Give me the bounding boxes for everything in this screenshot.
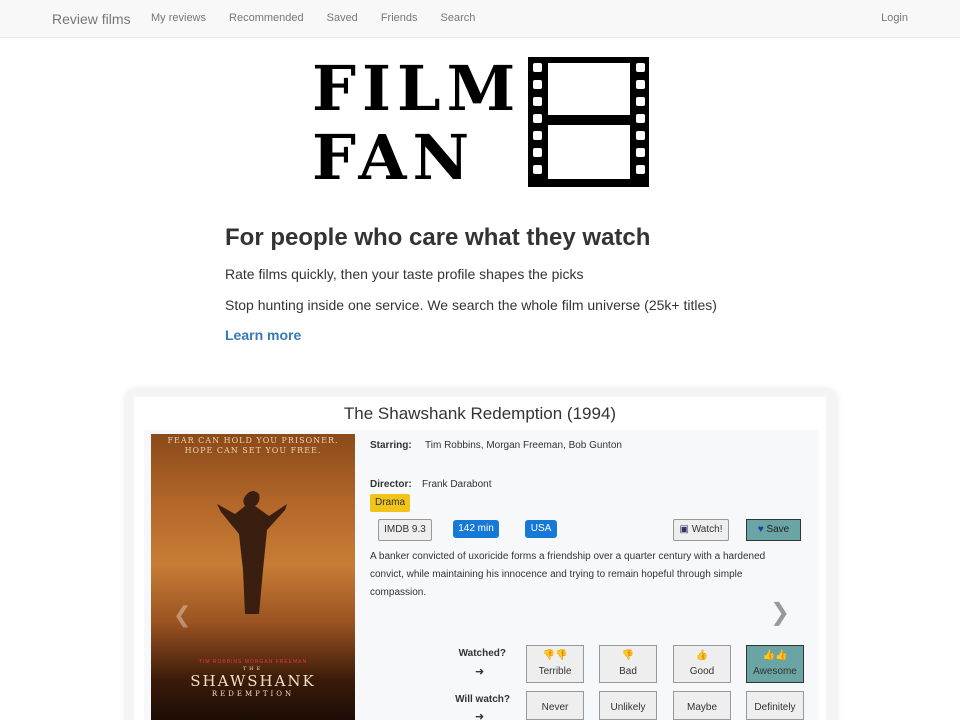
will-never-button[interactable]: Never: [526, 691, 584, 720]
watched-arrow-icon: ➜: [475, 666, 485, 678]
imdb-rating-badge: IMDB 9.3: [378, 519, 432, 541]
nav-links: My reviews Recommended Saved Friends Sea…: [151, 12, 498, 24]
poster-prev-arrow-icon[interactable]: ❮: [173, 602, 191, 628]
will-maybe-button[interactable]: Maybe: [673, 691, 731, 720]
watched-label: Watched?: [458, 648, 506, 659]
rate-awesome-button[interactable]: 👍👍 Awesome: [746, 645, 804, 683]
thumbs-up-icon: 👍: [695, 650, 709, 661]
poster-figure-image: [217, 491, 287, 614]
navbar: Review films My reviews Recommended Save…: [0, 0, 960, 38]
poster-subtitle: REDEMPTION: [211, 690, 295, 698]
nav-search[interactable]: Search: [441, 12, 476, 24]
heart-icon: ♥: [757, 524, 764, 535]
poster-actors: TIM ROBBINS MORGAN FREEMAN: [198, 659, 308, 665]
director-value: Frank Darabont: [422, 479, 492, 490]
will-watch-label: Will watch?: [455, 694, 510, 705]
rate-awesome-label: Awesome: [753, 666, 797, 677]
rate-terrible-button[interactable]: 👎👎 Terrible: [526, 645, 584, 683]
poster-tagline-line2: HOPE CAN SET YOU FREE.: [184, 446, 322, 455]
film-description: A banker convicted of uxoricide forms a …: [370, 551, 766, 598]
nav-recommended[interactable]: Recommended: [229, 12, 304, 24]
will-unlikely-label: Unlikely: [610, 702, 646, 713]
brand-link[interactable]: Review films: [52, 11, 131, 27]
hero-title: For people who care what they watch: [225, 224, 651, 251]
will-definitely-label: Definitely: [754, 702, 796, 713]
next-film-arrow-icon[interactable]: ❯: [770, 598, 790, 627]
poster-title: SHAWSHANK: [190, 672, 316, 690]
logo-line2: FAN: [312, 121, 475, 187]
double-thumbs-down-icon: 👎👎: [542, 650, 568, 661]
thumbs-down-icon: 👎: [621, 650, 635, 661]
nav-friends[interactable]: Friends: [381, 12, 418, 24]
rate-terrible-label: Terrible: [538, 666, 572, 677]
will-watch-arrow-icon: ➜: [475, 711, 485, 720]
will-never-label: Never: [541, 702, 569, 713]
film-strip-icon: [528, 57, 649, 187]
watch-button-label: Watch!: [691, 524, 723, 535]
runtime-badge: 142 min: [453, 520, 499, 538]
film-fan-logo: FILM FAN: [312, 52, 652, 194]
film-icon: ▣: [679, 524, 689, 535]
starring-label: Starring:: [370, 440, 412, 451]
rate-good-button[interactable]: 👍 Good: [673, 645, 731, 683]
director-label: Director:: [370, 479, 412, 490]
login-link[interactable]: Login: [881, 12, 908, 24]
genre-tag: Drama: [370, 494, 411, 512]
poster-tagline-line1: FEAR CAN HOLD YOU PRISONER.: [167, 436, 339, 445]
nav-my-reviews[interactable]: My reviews: [151, 12, 206, 24]
nav-saved[interactable]: Saved: [327, 12, 358, 24]
starring-value: Tim Robbins, Morgan Freeman, Bob Gunton: [425, 440, 622, 451]
learn-more-link[interactable]: Learn more: [225, 327, 301, 343]
rate-bad-button[interactable]: 👎 Bad: [599, 645, 657, 683]
will-maybe-label: Maybe: [686, 702, 717, 713]
rate-good-label: Good: [689, 666, 715, 677]
save-button-label: Save: [766, 524, 790, 535]
film-title: The Shawshank Redemption (1994): [343, 404, 617, 423]
hero-line-2: Stop hunting inside one service. We sear…: [225, 297, 717, 313]
logo-graphic: FILM FAN: [312, 52, 649, 194]
country-badge: USA: [525, 520, 557, 538]
double-thumbs-up-icon: 👍👍: [762, 650, 788, 661]
film-poster: FEAR CAN HOLD YOU PRISONER. HOPE CAN SET…: [151, 434, 355, 720]
will-definitely-button[interactable]: Definitely: [746, 691, 804, 720]
poster-tagline: FEAR CAN HOLD YOU PRISONER. HOPE CAN SET…: [151, 436, 355, 456]
watch-button[interactable]: ▣ Watch!: [673, 519, 729, 541]
rate-bad-label: Bad: [619, 666, 637, 677]
will-unlikely-button[interactable]: Unlikely: [599, 691, 657, 720]
hero-line-1: Rate films quickly, then your taste prof…: [225, 266, 584, 282]
save-button[interactable]: ♥ Save: [746, 519, 801, 541]
logo-line1: FILM: [312, 57, 521, 125]
